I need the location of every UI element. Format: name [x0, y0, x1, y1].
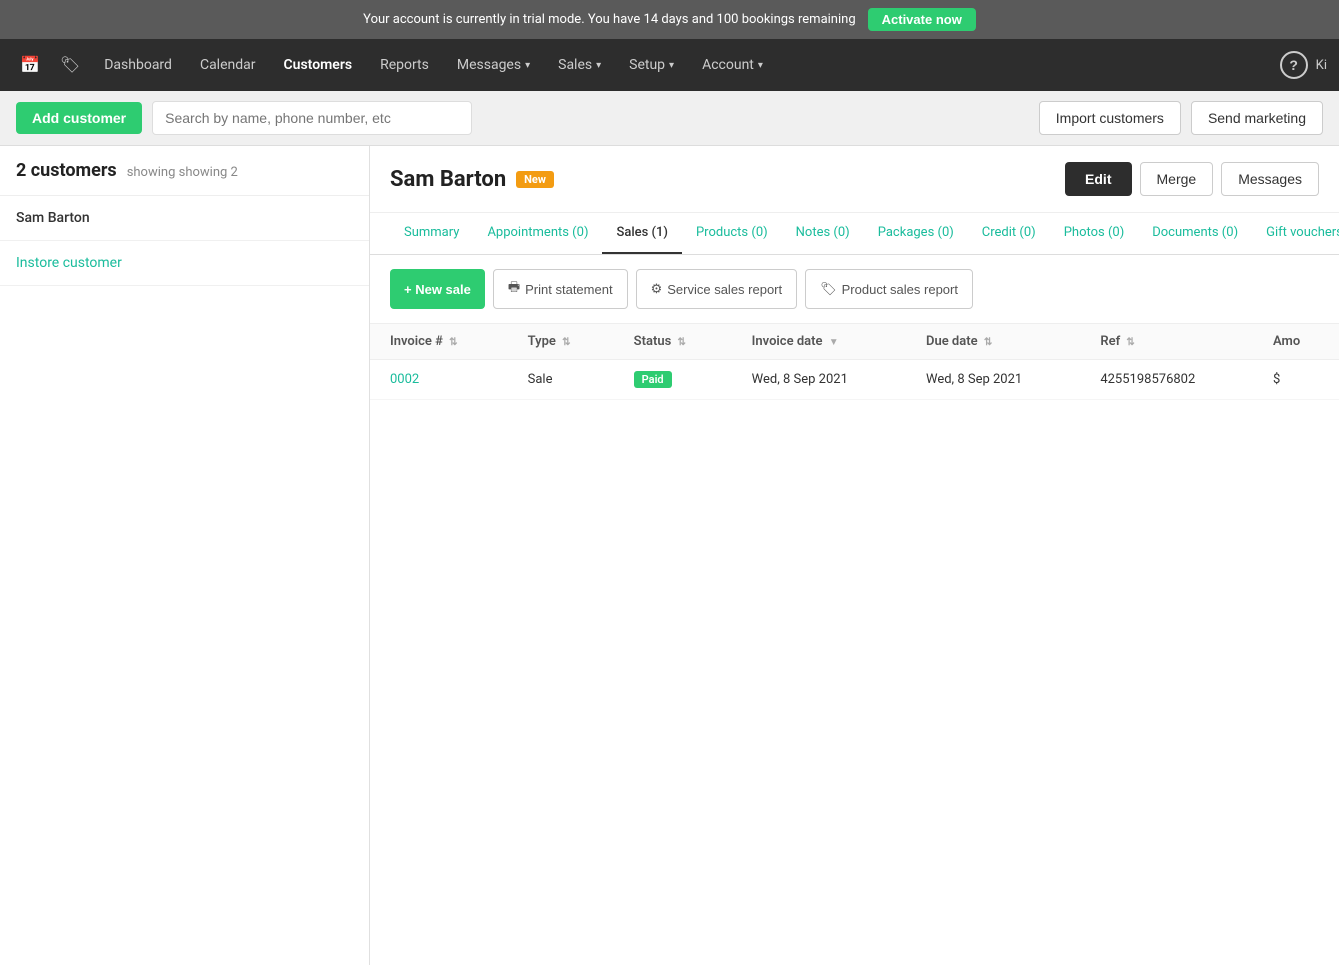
detail-tabs: Summary Appointments (0) Sales (1) Produ… [370, 213, 1339, 255]
status-cell: Paid [614, 360, 732, 400]
tab-appointments[interactable]: Appointments (0) [473, 213, 602, 254]
app-abbr: Ki [1316, 58, 1327, 73]
sort-icon: ⇅ [1126, 337, 1134, 348]
nav-customers[interactable]: Customers [272, 49, 365, 81]
detail-title-row: Sam Barton New [390, 167, 554, 192]
customer-name: Sam Barton [16, 210, 90, 226]
toolbar: Add customer Import customers Send marke… [0, 91, 1339, 146]
tab-sales[interactable]: Sales (1) [602, 213, 682, 254]
send-marketing-button[interactable]: Send marketing [1191, 101, 1323, 135]
tab-gift-vouchers[interactable]: Gift vouchers (0) [1252, 213, 1339, 254]
sidebar: 2 customers showing showing 2 Sam Barton… [0, 146, 370, 965]
instore-customer-link[interactable]: Instore customer [16, 255, 122, 271]
service-sales-report-button[interactable]: ⚙ Service sales report [636, 269, 798, 309]
sidebar-header: 2 customers showing showing 2 [0, 146, 369, 196]
table-row: 0002 Sale Paid Wed, 8 Sep 2021 Wed, 8 Se… [370, 360, 1339, 400]
customer-title: Sam Barton [390, 167, 506, 192]
edit-button[interactable]: Edit [1065, 162, 1131, 196]
showing-label: showing showing 2 [127, 165, 238, 180]
col-due-date: Due date ⇅ [906, 324, 1080, 360]
col-ref: Ref ⇅ [1080, 324, 1253, 360]
paid-badge: Paid [634, 371, 672, 388]
tag-icon-btn[interactable]: 🏷 [52, 47, 88, 83]
trial-banner: Your account is currently in trial mode.… [0, 0, 1339, 39]
ref-cell: 4255198576802 [1080, 360, 1253, 400]
sort-icon-active[interactable]: ▼ [829, 337, 839, 348]
sort-icon: ⇅ [678, 337, 686, 348]
sales-chevron-icon: ▾ [596, 60, 601, 71]
list-item[interactable]: Sam Barton [0, 196, 369, 241]
help-button[interactable]: ? [1280, 51, 1308, 79]
tab-summary[interactable]: Summary [390, 213, 473, 254]
list-item[interactable]: Instore customer [0, 241, 369, 286]
amount-cell: $ [1253, 360, 1339, 400]
trial-message: Your account is currently in trial mode.… [363, 12, 855, 27]
nav-setup[interactable]: Setup ▾ [617, 49, 686, 81]
sales-table: Invoice # ⇅ Type ⇅ Status ⇅ Invoice date… [370, 324, 1339, 400]
detail-actions: Edit Merge Messages [1065, 162, 1319, 196]
tab-notes[interactable]: Notes (0) [782, 213, 864, 254]
sort-icon: ⇅ [449, 337, 457, 348]
sales-actions: + New sale 🖶 Print statement ⚙ Service s… [370, 255, 1339, 324]
setup-chevron-icon: ▾ [669, 60, 674, 71]
sort-icon: ⇅ [984, 337, 992, 348]
activate-button[interactable]: Activate now [868, 8, 976, 31]
main-layout: 2 customers showing showing 2 Sam Barton… [0, 146, 1339, 965]
nav-right: ? Ki [1280, 51, 1327, 79]
print-icon: 🖶 [508, 278, 520, 300]
nav-reports[interactable]: Reports [368, 49, 441, 81]
col-amount: Amo [1253, 324, 1339, 360]
tab-credit[interactable]: Credit (0) [968, 213, 1050, 254]
invoice-link[interactable]: 0002 [390, 372, 419, 387]
type-cell: Sale [508, 360, 614, 400]
new-sale-button[interactable]: + New sale [390, 269, 485, 309]
tab-products[interactable]: Products (0) [682, 213, 782, 254]
account-chevron-icon: ▾ [758, 60, 763, 71]
print-statement-button[interactable]: 🖶 Print statement [493, 269, 628, 309]
invoice-cell: 0002 [370, 360, 508, 400]
nav-messages[interactable]: Messages ▾ [445, 49, 542, 81]
product-sales-report-button[interactable]: 🏷 Product sales report [805, 269, 973, 309]
nav-dashboard[interactable]: Dashboard [92, 49, 184, 81]
merge-button[interactable]: Merge [1140, 162, 1214, 196]
col-type: Type ⇅ [508, 324, 614, 360]
tab-documents[interactable]: Documents (0) [1138, 213, 1252, 254]
nav-calendar[interactable]: Calendar [188, 49, 268, 81]
detail-panel: Sam Barton New Edit Merge Messages Summa… [370, 146, 1339, 965]
tab-packages[interactable]: Packages (0) [864, 213, 968, 254]
tab-photos[interactable]: Photos (0) [1050, 213, 1139, 254]
col-invoice-date: Invoice date ▼ [732, 324, 906, 360]
add-customer-button[interactable]: Add customer [16, 102, 142, 134]
detail-header: Sam Barton New Edit Merge Messages [370, 146, 1339, 213]
col-invoice: Invoice # ⇅ [370, 324, 508, 360]
new-badge: New [516, 171, 554, 188]
calendar-icon-btn[interactable]: 📅 [12, 47, 48, 83]
search-input[interactable] [152, 101, 472, 135]
sort-icon: ⇅ [562, 337, 570, 348]
due-date-cell: Wed, 8 Sep 2021 [906, 360, 1080, 400]
col-status: Status ⇅ [614, 324, 732, 360]
import-customers-button[interactable]: Import customers [1039, 101, 1181, 135]
customer-count: 2 customers [16, 160, 117, 181]
gear-icon: ⚙ [651, 281, 663, 297]
messages-chevron-icon: ▾ [525, 60, 530, 71]
messages-button[interactable]: Messages [1221, 162, 1319, 196]
tag-icon: 🏷 [820, 281, 837, 297]
navbar: 📅 🏷 Dashboard Calendar Customers Reports… [0, 39, 1339, 91]
invoice-date-cell: Wed, 8 Sep 2021 [732, 360, 906, 400]
nav-account[interactable]: Account ▾ [690, 49, 775, 81]
nav-sales[interactable]: Sales ▾ [546, 49, 613, 81]
